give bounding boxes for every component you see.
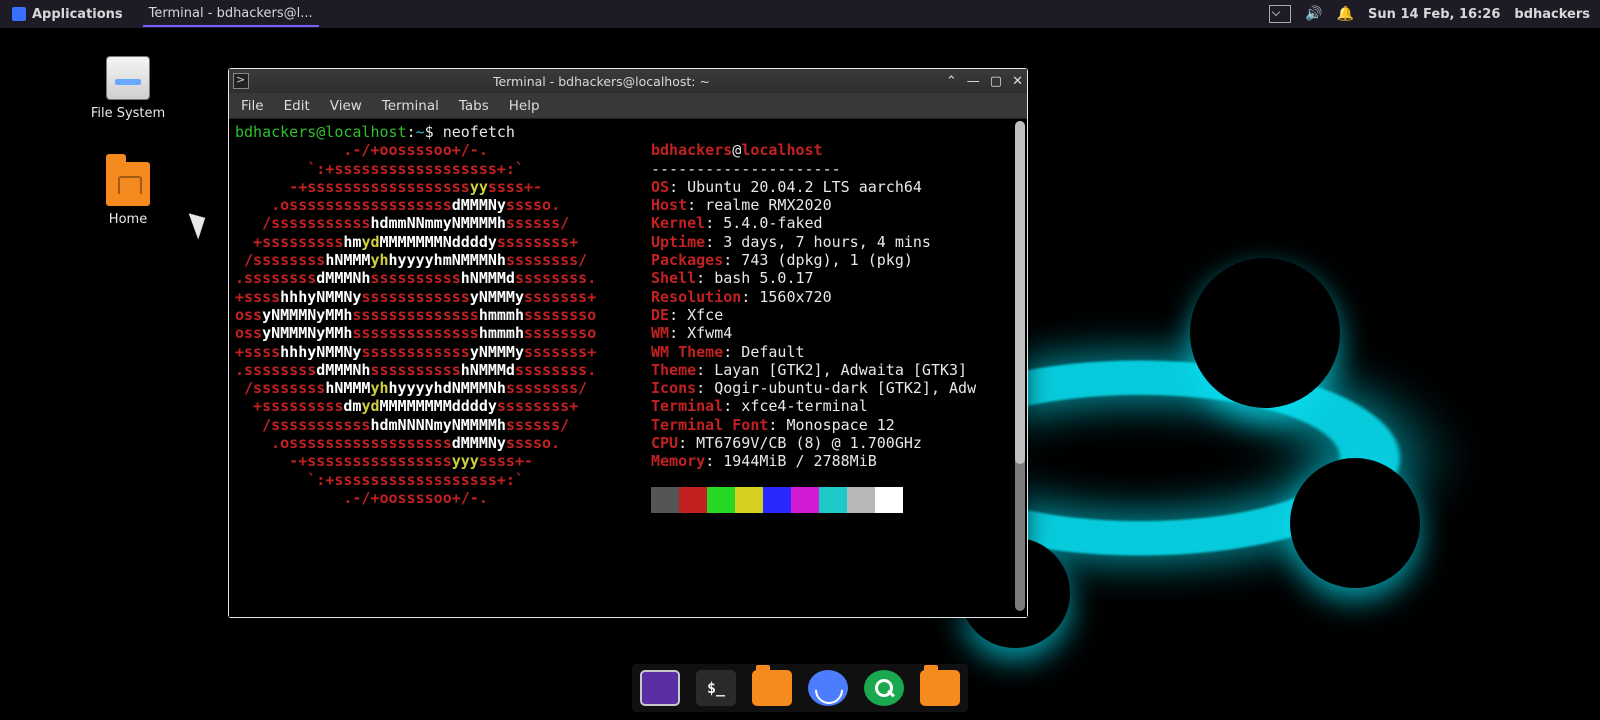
dock-app-finder[interactable] bbox=[864, 670, 904, 706]
terminal-prompt-line: bdhackers@localhost:~$ neofetch bbox=[235, 123, 643, 141]
terminal-output[interactable]: bdhackers@localhost:~$ neofetch .-/+ooss… bbox=[229, 119, 1027, 617]
dock-terminal[interactable]: $_ bbox=[696, 670, 736, 706]
neofetch-ascii-line: /ssssssssssshdmNNNNmyNMMMMhssssss/ bbox=[235, 416, 643, 434]
taskbar-entry-terminal[interactable]: Terminal - bdhackers@l... bbox=[143, 2, 319, 27]
neofetch-ascii-line: +ssssssssshmydMMMMMMMNddddyssssssss+ bbox=[235, 233, 643, 251]
neofetch-ascii-line: /sssssssshNMMMyhhyyyyhmNMMMNhssssssss/ bbox=[235, 251, 643, 269]
terminal-scrollbar[interactable] bbox=[1015, 121, 1025, 611]
home-folder-icon bbox=[106, 162, 150, 206]
desktop-icon-label: File System bbox=[78, 106, 178, 121]
neofetch-info-row: Theme: Layan [GTK2], Adwaita [GTK3] bbox=[651, 361, 976, 379]
panel-clock[interactable]: Sun 14 Feb, 16:26 bbox=[1368, 7, 1500, 22]
neofetch-info-row: Memory: 1944MiB / 2788MiB bbox=[651, 452, 976, 470]
menu-tabs[interactable]: Tabs bbox=[459, 98, 489, 114]
neofetch-info-row: Resolution: 1560x720 bbox=[651, 288, 976, 306]
system-tray: 🔊 🔔 Sun 14 Feb, 16:26 bdhackers bbox=[1269, 5, 1594, 23]
neofetch-ascii-line: .-/+oossssoo+/-. bbox=[235, 489, 643, 507]
dock-file-manager[interactable] bbox=[752, 670, 792, 706]
neofetch-ascii-line: /sssssssshNMMMyhhyyyyhdNMMMNhssssssss/ bbox=[235, 379, 643, 397]
desktop-icon-home[interactable]: Home bbox=[78, 162, 178, 227]
neofetch-ascii-line: -+ssssssssssssssssssyyssss+- bbox=[235, 178, 643, 196]
neofetch-ascii-line: .ossssssssssssssssssdMMMNysssso. bbox=[235, 196, 643, 214]
neofetch-info-row: Host: realme RMX2020 bbox=[651, 196, 976, 214]
palette-swatch bbox=[735, 487, 763, 513]
neofetch-info-row: Uptime: 3 days, 7 hours, 4 mins bbox=[651, 233, 976, 251]
neofetch-info-row: OS: Ubuntu 20.04.2 LTS aarch64 bbox=[651, 178, 976, 196]
palette-swatch bbox=[679, 487, 707, 513]
desktop[interactable]: File System Home Terminal - bdhackers@lo… bbox=[0, 28, 1600, 720]
menu-terminal[interactable]: Terminal bbox=[382, 98, 439, 114]
window-maximize-button[interactable]: ▢ bbox=[990, 74, 1002, 89]
neofetch-ascii-line: `:+ssssssssssssssssss+:` bbox=[235, 160, 643, 178]
palette-swatch bbox=[819, 487, 847, 513]
dock-show-desktop[interactable] bbox=[640, 670, 680, 706]
neofetch-info-row: Icons: Qogir-ubuntu-dark [GTK2], Adw bbox=[651, 379, 976, 397]
desktop-icon-label: Home bbox=[78, 212, 178, 227]
menu-help[interactable]: Help bbox=[509, 98, 540, 114]
distro-logo-icon bbox=[12, 7, 26, 21]
neofetch-info-row: WM Theme: Default bbox=[651, 343, 976, 361]
keyboard-layout-icon[interactable] bbox=[1269, 5, 1291, 23]
neofetch-info-row: WM: Xfwm4 bbox=[651, 324, 976, 342]
neofetch-ascii-line: +sssshhhyNMMNyssssssssssssyNMMMysssssss+ bbox=[235, 288, 643, 306]
desktop-icon-filesystem[interactable]: File System bbox=[78, 56, 178, 121]
neofetch-info-row: Packages: 743 (dpkg), 1 (pkg) bbox=[651, 251, 976, 269]
palette-swatch bbox=[791, 487, 819, 513]
neofetch-info-row: Kernel: 5.4.0-faked bbox=[651, 214, 976, 232]
neofetch-ascii-line: +sssssssssdmydMMMMMMMMddddyssssssss+ bbox=[235, 397, 643, 415]
palette-swatch bbox=[707, 487, 735, 513]
terminal-window: Terminal - bdhackers@localhost: ~ ⌃ — ▢ … bbox=[228, 68, 1028, 618]
palette-swatch bbox=[763, 487, 791, 513]
top-panel: Applications Terminal - bdhackers@l... 🔊… bbox=[0, 0, 1600, 28]
neofetch-ascii-line: ossyNMMMNyMMhsssssssssssssshmmmhssssssso bbox=[235, 324, 643, 342]
neofetch-ascii-line: .ssssssssdMMMNhsssssssssshNMMMdssssssss. bbox=[235, 361, 643, 379]
neofetch-ascii-line: -+ssssssssssssssssyyyssss+- bbox=[235, 452, 643, 470]
window-minimize-button[interactable]: — bbox=[967, 74, 980, 89]
menu-file[interactable]: File bbox=[241, 98, 264, 114]
neofetch-ascii-line: .ossssssssssssssssssdMMMNysssso. bbox=[235, 434, 643, 452]
neofetch-ascii-line: +sssshhhyNMMNyssssssssssssyNMMMysssssss+ bbox=[235, 343, 643, 361]
drive-icon bbox=[106, 56, 150, 100]
applications-label: Applications bbox=[32, 7, 123, 22]
neofetch-ascii-line: ossyNMMMNyMMhsssssssssssssshmmmhssssssso bbox=[235, 306, 643, 324]
dock-web-browser[interactable] bbox=[808, 670, 848, 706]
terminal-menubar: File Edit View Terminal Tabs Help bbox=[229, 93, 1027, 119]
notifications-icon[interactable]: 🔔 bbox=[1337, 6, 1354, 22]
menu-edit[interactable]: Edit bbox=[284, 98, 310, 114]
dock: $_ bbox=[632, 664, 968, 712]
panel-user[interactable]: bdhackers bbox=[1514, 7, 1590, 22]
window-titlebar[interactable]: Terminal - bdhackers@localhost: ~ ⌃ — ▢ … bbox=[229, 69, 1027, 93]
task-title: Terminal - bdhackers@l... bbox=[149, 6, 313, 21]
neofetch-info-row: Terminal Font: Monospace 12 bbox=[651, 416, 976, 434]
neofetch-info-row: Shell: bash 5.0.17 bbox=[651, 269, 976, 287]
neofetch-header: bdhackers@localhost bbox=[651, 141, 976, 159]
neofetch-info-row: Terminal: xfce4-terminal bbox=[651, 397, 976, 415]
palette-swatch bbox=[847, 487, 875, 513]
neofetch-ascii-line: `:+ssssssssssssssssss+:` bbox=[235, 471, 643, 489]
menu-view[interactable]: View bbox=[330, 98, 362, 114]
palette-swatch bbox=[651, 487, 679, 513]
neofetch-info-row: CPU: MT6769V/CB (8) @ 1.700GHz bbox=[651, 434, 976, 452]
neofetch-ascii-line: /ssssssssssshdmmNNmmyNMMMMhssssss/ bbox=[235, 214, 643, 232]
window-close-button[interactable]: ✕ bbox=[1012, 74, 1023, 89]
neofetch-color-palette bbox=[651, 487, 976, 513]
neofetch-separator: --------------------- bbox=[651, 160, 976, 178]
neofetch-ascii-line: .-/+oossssoo+/-. bbox=[235, 141, 643, 159]
applications-menu[interactable]: Applications bbox=[6, 7, 129, 22]
neofetch-info-row: DE: Xfce bbox=[651, 306, 976, 324]
neofetch-ascii-line: .ssssssssdMMMNhsssssssssshNMMMdssssssss. bbox=[235, 269, 643, 287]
volume-icon[interactable]: 🔊 bbox=[1305, 6, 1322, 22]
palette-swatch bbox=[875, 487, 903, 513]
window-title: Terminal - bdhackers@localhost: ~ bbox=[257, 74, 946, 89]
dock-files[interactable] bbox=[920, 670, 960, 706]
window-rollup-button[interactable]: ⌃ bbox=[946, 74, 957, 89]
terminal-icon bbox=[233, 73, 249, 89]
